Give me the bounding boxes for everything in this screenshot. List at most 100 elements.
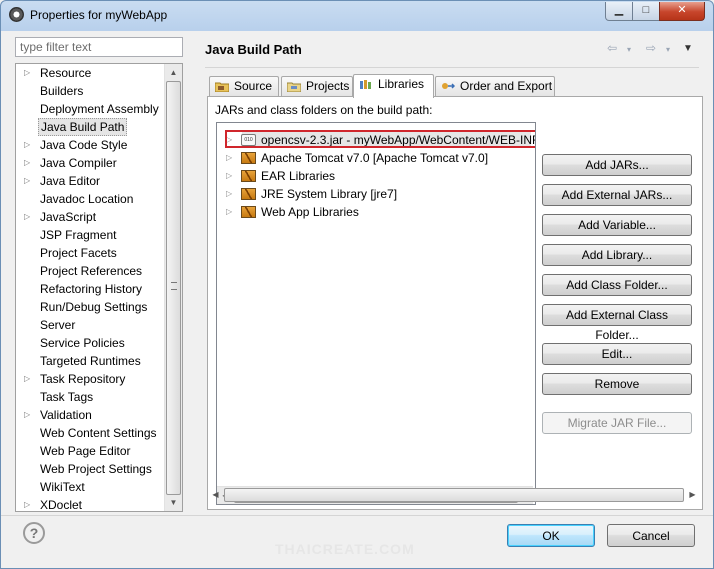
add-external-jars-button[interactable]: Add External JARs... [542, 184, 692, 206]
tab-projects-label: Projects [306, 79, 350, 93]
add-variable-button[interactable]: Add Variable... [542, 214, 692, 236]
tree-item-label: Task Repository [40, 372, 126, 386]
expand-arrow-icon[interactable]: ▷ [226, 185, 232, 203]
expand-arrow-icon[interactable]: ▷ [24, 154, 30, 172]
tree-item-label: Resource [40, 66, 92, 80]
tree-item[interactable]: Web Project Settings [16, 460, 165, 478]
tree-item[interactable]: ▷ Java Code Style [16, 136, 165, 154]
library-tree: ▷ 010 opencsv-2.3.jar - myWebApp/WebCont… [216, 122, 536, 505]
title-bar[interactable]: Properties for myWebApp ▁ □ ✕ [1, 1, 713, 29]
tree-item[interactable]: ▷ Java Editor [16, 172, 165, 190]
tab-projects[interactable]: Projects [281, 76, 353, 96]
library-entry-label: Web App Libraries [261, 205, 359, 219]
tree-item[interactable]: Server [16, 316, 165, 334]
cancel-button[interactable]: Cancel [607, 524, 695, 547]
library-entry-opencsv[interactable]: ▷ 010 opencsv-2.3.jar - myWebApp/WebCont… [217, 130, 536, 149]
scroll-down-arrow-icon[interactable]: ▼ [165, 494, 182, 511]
grip-icon [171, 282, 177, 290]
migrate-jar-button[interactable]: Migrate JAR File... [542, 412, 692, 434]
library-entry-webapp[interactable]: ▷ Web App Libraries [217, 203, 533, 221]
tree-item[interactable]: Task Tags [16, 388, 165, 406]
tree-item[interactable]: Targeted Runtimes [16, 352, 165, 370]
scroll-right-arrow-icon[interactable]: ▶ [684, 486, 701, 503]
tree-item-label: JSP Fragment [40, 228, 117, 242]
page-scroll-thumb[interactable] [224, 488, 684, 502]
expand-arrow-icon[interactable]: ▷ [24, 208, 30, 226]
add-external-class-folder-button[interactable]: Add External Class Folder... [542, 304, 692, 342]
projects-icon [287, 82, 301, 92]
tree-item[interactable]: ▷ XDoclet [16, 496, 165, 511]
page-horizontal-scrollbar[interactable]: ◀ ▶ [207, 486, 701, 503]
filter-input[interactable] [15, 37, 183, 57]
window-title: Properties for myWebApp [30, 8, 168, 22]
page-title: Java Build Path [205, 42, 302, 57]
tree-item-label: Service Policies [40, 336, 125, 350]
tab-order-and-export[interactable]: Order and Export [435, 76, 555, 96]
view-menu-icon[interactable]: ▼ [683, 43, 693, 54]
expand-arrow-icon[interactable]: ▷ [226, 131, 232, 149]
scroll-left-arrow-icon[interactable]: ◀ [207, 486, 224, 503]
tree-item[interactable]: Refactoring History [16, 280, 165, 298]
library-entry-jre[interactable]: ▷ JRE System Library [jre7] [217, 185, 533, 203]
tree-item[interactable]: Builders [16, 82, 165, 100]
minimize-button[interactable]: ▁ [605, 2, 633, 21]
tree-item-label: Web Page Editor [40, 444, 131, 458]
expand-arrow-icon[interactable]: ▷ [24, 64, 30, 82]
tree-item[interactable]: WikiText [16, 478, 165, 496]
expand-arrow-icon[interactable]: ▷ [226, 149, 232, 167]
tab-order-label: Order and Export [460, 79, 553, 93]
tab-source[interactable]: Source [209, 76, 279, 96]
tree-item[interactable]: ▷ Validation [16, 406, 165, 424]
expand-arrow-icon[interactable]: ▷ [226, 203, 232, 221]
add-class-folder-button[interactable]: Add Class Folder... [542, 274, 692, 296]
tree-item[interactable]: Project Facets [16, 244, 165, 262]
maximize-button[interactable]: □ [632, 2, 660, 21]
expand-arrow-icon[interactable]: ▷ [24, 370, 30, 388]
close-button[interactable]: ✕ [659, 2, 705, 21]
back-arrow-icon[interactable]: ⇦ [607, 41, 617, 55]
expand-arrow-icon[interactable]: ▷ [24, 406, 30, 424]
tree-item[interactable]: Project References [16, 262, 165, 280]
tree-item[interactable]: Web Content Settings [16, 424, 165, 442]
tree-item[interactable]: ▷ JavaScript [16, 208, 165, 226]
help-icon[interactable]: ? [23, 522, 45, 544]
library-icon [241, 170, 256, 182]
tree-item[interactable]: ▷ Resource [16, 64, 165, 82]
back-dropdown-icon[interactable]: ▾ [627, 45, 631, 54]
tree-item-label: JavaScript [40, 210, 97, 224]
tree-item-label: Javadoc Location [40, 192, 134, 206]
tree-item[interactable]: Web Page Editor [16, 442, 165, 460]
expand-arrow-icon[interactable]: ▷ [24, 496, 30, 511]
forward-dropdown-icon[interactable]: ▾ [666, 45, 670, 54]
forward-arrow-icon[interactable]: ⇨ [646, 41, 656, 55]
tree-item[interactable]: ▷ Java Compiler [16, 154, 165, 172]
tree-item[interactable]: Java Build Path [16, 118, 165, 136]
library-entry-ear[interactable]: ▷ EAR Libraries [217, 167, 533, 185]
jars-heading: JARs and class folders on the build path… [215, 103, 433, 117]
tree-scroll-thumb[interactable] [166, 81, 181, 495]
tree-vertical-scrollbar[interactable]: ▲ ▼ [164, 64, 182, 511]
expand-arrow-icon[interactable]: ▷ [226, 167, 232, 185]
expand-arrow-icon[interactable]: ▷ [24, 172, 30, 190]
library-entry-tomcat[interactable]: ▷ Apache Tomcat v7.0 [Apache Tomcat v7.0… [217, 149, 533, 167]
source-folder-icon [215, 82, 229, 92]
tree-item[interactable]: JSP Fragment [16, 226, 165, 244]
tree-item[interactable]: Run/Debug Settings [16, 298, 165, 316]
add-jars-button[interactable]: Add JARs... [542, 154, 692, 176]
tree-item[interactable]: Deployment Assembly [16, 100, 165, 118]
tree-item[interactable]: Javadoc Location [16, 190, 165, 208]
tree-item-label: Server [40, 318, 76, 332]
library-entry-label: opencsv-2.3.jar - myWebApp/WebContent/WE… [261, 133, 536, 147]
edit-button[interactable]: Edit... [542, 343, 692, 365]
tree-item[interactable]: Service Policies [16, 334, 165, 352]
tree-item[interactable]: ▷ Task Repository [16, 370, 165, 388]
jar-icon: 010 [241, 134, 256, 146]
remove-button[interactable]: Remove [542, 373, 692, 395]
add-library-button[interactable]: Add Library... [542, 244, 692, 266]
scroll-up-arrow-icon[interactable]: ▲ [165, 64, 182, 81]
ok-button[interactable]: OK [507, 524, 595, 547]
order-export-icon [442, 83, 455, 89]
expand-arrow-icon[interactable]: ▷ [24, 136, 30, 154]
tab-libraries[interactable]: Libraries [353, 74, 434, 98]
tree-item-label: Run/Debug Settings [40, 300, 148, 314]
